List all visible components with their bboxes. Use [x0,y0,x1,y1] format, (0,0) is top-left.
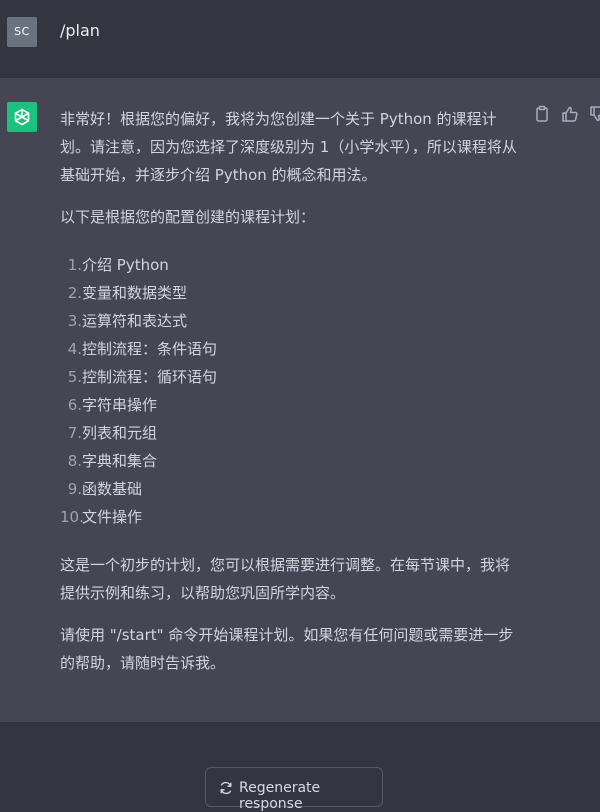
list-item-number: 3. [67,312,82,330]
list-item-text: 字符串操作 [82,396,158,414]
openai-logo-icon [7,102,37,132]
list-item-text: 介绍 Python [82,256,169,274]
course-plan-list: 1. 介绍 Python 2. 变量和数据类型 3. 运算符和表达式 4. 控制流程：条… [60,251,524,531]
assistant-message: 非常好！根据您的偏好，我将为您创建一个关于 Python 的课程计划。请注意，因… [0,78,600,723]
bottom-area: Regenerate response [0,722,600,812]
list-item: 1. 介绍 Python [60,251,524,279]
copy-icon[interactable] [532,104,552,124]
list-item-text: 控制流程：条件语句 [82,340,218,358]
list-item-number: 4. [67,340,82,358]
list-item-number: 5. [67,368,82,386]
closing-paragraph: 这是一个初步的计划，您可以根据需要进行调整。在每节课中，我将提供示例和练习，以帮… [60,556,511,602]
list-item-text: 变量和数据类型 [82,284,188,302]
list-item-text: 运算符和表达式 [82,312,188,330]
list-item: 2. 变量和数据类型 [60,279,524,307]
regenerate-response-button[interactable]: Regenerate response [205,767,383,812]
list-item-text: 文件操作 [82,508,143,526]
user-message: SC /plan [0,0,600,79]
regenerate-response-label: Regenerate response [239,780,321,812]
list-item: 9. 函数基础 [60,475,524,503]
thumbs-down-icon[interactable] [588,104,600,124]
user-message-text: /plan [60,21,100,40]
list-item: 8. 字典和集合 [60,447,524,475]
list-item-text: 列表和元组 [82,424,158,442]
list-item-text: 控制流程：循环语句 [82,368,218,386]
list-item: 10. 文件操作 [60,503,524,531]
thumbs-up-icon[interactable] [560,104,580,124]
list-item: 6. 字符串操作 [60,391,524,419]
list-item-number: 6. [67,396,82,414]
plan-heading-paragraph: 以下是根据您的配置创建的课程计划： [60,208,316,226]
list-item: 3. 运算符和表达式 [60,307,524,335]
list-item: 5. 控制流程：循环语句 [60,363,524,391]
user-avatar: SC [7,17,37,47]
list-item: 4. 控制流程：条件语句 [60,335,524,363]
list-item: 7. 列表和元组 [60,419,524,447]
list-item-text: 函数基础 [82,480,143,498]
assistant-message-content: 非常好！根据您的偏好，我将为您创建一个关于 Python 的课程计划。请注意，因… [60,105,524,677]
list-item-number: 2. [67,284,82,302]
start-instruction-paragraph: 请使用 "/start" 命令开始课程计划。如果您有任何问题或需要进一步的帮助，… [60,626,514,672]
list-item-number: 9. [67,480,82,498]
list-item-number: 8. [67,452,82,470]
message-actions [532,104,600,124]
list-item-number: 7. [67,424,82,442]
refresh-icon [219,781,233,795]
intro-paragraph: 非常好！根据您的偏好，我将为您创建一个关于 Python 的课程计划。请注意，因… [60,110,517,184]
list-item-number: 10. [60,508,84,526]
list-item-number: 1. [67,256,82,274]
list-item-text: 字典和集合 [82,452,158,470]
